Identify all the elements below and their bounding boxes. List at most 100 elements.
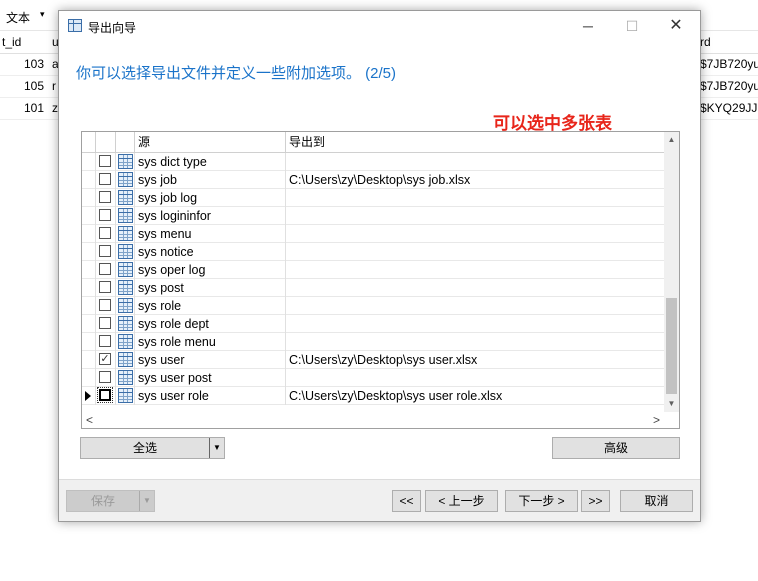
source-column-header[interactable]: 源 (135, 132, 286, 152)
advanced-button[interactable]: 高级 (552, 437, 680, 459)
scroll-up-icon[interactable]: ▲ (664, 132, 679, 148)
scroll-right-icon[interactable]: > (649, 412, 664, 428)
export-to-cell[interactable]: C:\Users\zy\Desktop\sys user role.xlsx (286, 387, 664, 405)
icon-cell (116, 189, 135, 207)
checkbox-cell (96, 243, 116, 261)
row-checkbox[interactable] (99, 281, 111, 293)
table-row[interactable]: sys menu (82, 225, 664, 243)
table-row[interactable]: sys role menu (82, 333, 664, 351)
row-checkbox[interactable] (99, 317, 111, 329)
row-indicator (82, 333, 96, 351)
chevron-down-icon[interactable]: ▾ (40, 9, 45, 20)
first-step-button[interactable]: << (392, 490, 421, 512)
horizontal-scrollbar[interactable]: < > (82, 412, 679, 428)
source-cell: sys user post (135, 369, 286, 387)
column-header[interactable]: rd (700, 35, 711, 49)
row-checkbox[interactable] (99, 191, 111, 203)
export-to-cell[interactable] (286, 315, 664, 333)
checkbox-cell (96, 189, 116, 207)
previous-button[interactable]: < 上一步 (425, 490, 498, 512)
table-row[interactable]: sys user role C:\Users\zy\Desktop\sys use… (82, 387, 664, 405)
row-indicator (82, 261, 96, 279)
checkbox-cell (96, 279, 116, 297)
row-checkbox[interactable] (99, 335, 111, 347)
title-bar[interactable]: 导出向导 ─ ☐ ✕ (59, 11, 700, 42)
export-to-cell[interactable] (286, 189, 664, 207)
export-wizard-dialog: 导出向导 ─ ☐ ✕ 你可以选择导出文件并定义一些附加选项。 (2/5) 可以选… (58, 10, 701, 522)
table-row[interactable]: ✓ sys user C:\Users\zy\Desktop\sys user.xl… (82, 351, 664, 369)
export-to-column-header[interactable]: 导出到 (286, 132, 664, 152)
table-row[interactable]: sys notice (82, 243, 664, 261)
table-row[interactable]: sys oper log (82, 261, 664, 279)
table-row[interactable]: sys dict type (82, 153, 664, 171)
table-row[interactable]: sys post (82, 279, 664, 297)
table-cell: $KYQ29JJn (700, 101, 758, 115)
table-row[interactable]: sys user post (82, 369, 664, 387)
checkbox-cell (96, 315, 116, 333)
table-row[interactable]: sys role dept (82, 315, 664, 333)
table-cell: $7JB720yu (700, 57, 758, 71)
export-to-cell[interactable] (286, 297, 664, 315)
row-indicator (82, 387, 96, 405)
export-to-cell[interactable] (286, 279, 664, 297)
indicator-column-header (82, 132, 96, 152)
scroll-thumb[interactable] (666, 298, 677, 394)
checkbox-cell (96, 387, 116, 405)
minimize-button[interactable]: ─ (573, 15, 603, 37)
last-step-button[interactable]: >> (581, 490, 610, 512)
export-to-cell[interactable] (286, 369, 664, 387)
export-to-cell[interactable] (286, 207, 664, 225)
close-button[interactable]: ✕ (661, 15, 691, 37)
column-header[interactable]: t_id (2, 35, 21, 49)
current-row-arrow-icon (85, 391, 91, 401)
table-row[interactable]: sys role (82, 297, 664, 315)
table-cell: 103 (24, 57, 45, 71)
row-checkbox[interactable] (99, 263, 111, 275)
select-all-button[interactable]: 全选 (81, 438, 209, 458)
table-row[interactable]: sys job log (82, 189, 664, 207)
export-to-cell[interactable] (286, 261, 664, 279)
source-cell: sys role menu (135, 333, 286, 351)
row-checkbox[interactable] (99, 173, 111, 185)
row-checkbox[interactable] (97, 387, 113, 403)
table-row[interactable]: sys logininfor (82, 207, 664, 225)
export-to-cell[interactable] (286, 153, 664, 171)
text-view-button[interactable]: 文本 (6, 9, 30, 26)
select-all-split-button[interactable]: 全选 ▼ (80, 437, 225, 459)
row-checkbox[interactable] (99, 155, 111, 167)
row-checkbox[interactable] (99, 371, 111, 383)
table-icon (118, 154, 133, 169)
row-indicator (82, 153, 96, 171)
export-to-cell[interactable]: C:\Users\zy\Desktop\sys user.xlsx (286, 351, 664, 369)
scroll-left-icon[interactable]: < (82, 412, 97, 428)
chevron-down-icon[interactable]: ▼ (209, 438, 224, 458)
cancel-button[interactable]: 取消 (620, 490, 693, 512)
row-checkbox[interactable]: ✓ (99, 353, 111, 365)
row-checkbox[interactable] (99, 227, 111, 239)
save-split-button: 保存 ▼ (66, 490, 155, 512)
row-checkbox[interactable] (99, 209, 111, 221)
vertical-scrollbar[interactable]: ▲ ▼ (664, 132, 679, 412)
source-cell: sys dict type (135, 153, 286, 171)
source-cell: sys notice (135, 243, 286, 261)
dialog-footer: 保存 ▼ << < 上一步 下一步 > >> 取消 (59, 480, 700, 521)
export-to-cell[interactable] (286, 243, 664, 261)
chevron-down-icon: ▼ (139, 491, 154, 511)
export-to-cell[interactable]: C:\Users\zy\Desktop\sys job.xlsx (286, 171, 664, 189)
next-button[interactable]: 下一步 > (505, 490, 578, 512)
source-cell: sys post (135, 279, 286, 297)
icon-cell (116, 279, 135, 297)
source-cell: sys menu (135, 225, 286, 243)
table-icon (118, 352, 133, 367)
table-row[interactable]: sys job C:\Users\zy\Desktop\sys job.xlsx (82, 171, 664, 189)
row-indicator (82, 189, 96, 207)
scroll-down-icon[interactable]: ▼ (664, 396, 679, 412)
table-selection-grid[interactable]: 源 导出到 sys dict type sys job C:\Users\zy\De… (81, 131, 680, 429)
export-to-cell[interactable] (286, 333, 664, 351)
dialog-title: 导出向导 (88, 21, 137, 35)
table-icon (118, 190, 133, 205)
row-checkbox[interactable] (99, 245, 111, 257)
export-to-cell[interactable] (286, 225, 664, 243)
icon-cell (116, 315, 135, 333)
row-checkbox[interactable] (99, 299, 111, 311)
